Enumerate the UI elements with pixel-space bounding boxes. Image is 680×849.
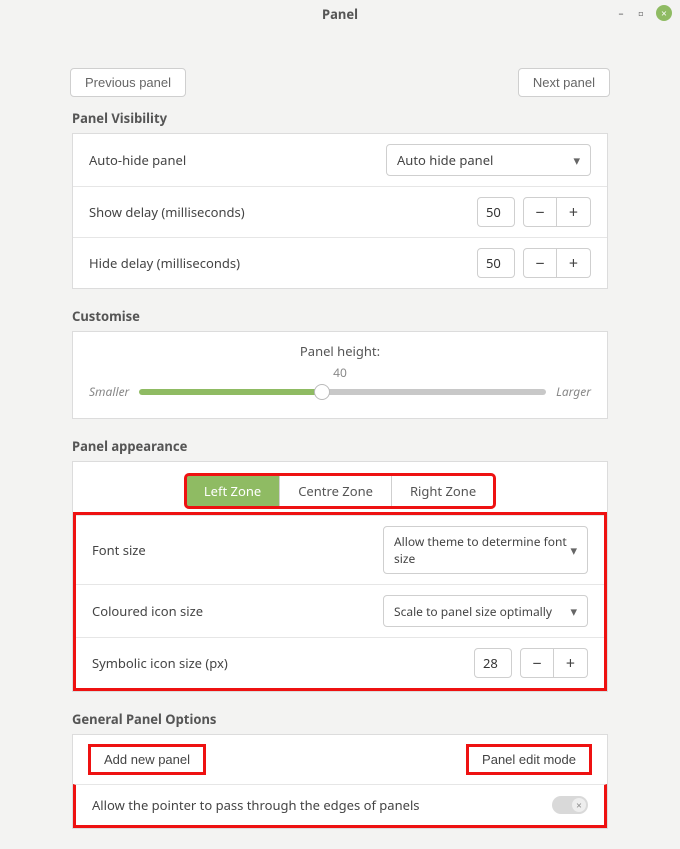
general-title: General Panel Options: [72, 710, 608, 728]
panel-height-value: 40: [89, 364, 591, 381]
autohide-value: Auto hide panel: [397, 151, 493, 169]
symicon-plus-button[interactable]: +: [554, 648, 588, 678]
fontsize-value: Allow theme to determine font size: [394, 533, 570, 567]
symicon-spinner: 28 − +: [474, 648, 588, 678]
panel-height-label: Panel height:: [89, 342, 591, 360]
maximize-icon[interactable]: ▫: [636, 8, 646, 18]
add-new-panel-button[interactable]: Add new panel: [89, 745, 205, 774]
visibility-title: Panel Visibility: [72, 109, 608, 127]
appearance-title: Panel appearance: [72, 437, 608, 455]
zone-tabs-row: Left Zone Centre Zone Right Zone: [73, 462, 607, 512]
hidedelay-label: Hide delay (milliseconds): [89, 254, 240, 272]
chevron-down-icon: ▾: [573, 151, 580, 169]
minimize-icon[interactable]: –: [616, 8, 626, 18]
colicon-label: Coloured icon size: [92, 602, 203, 620]
slider-larger-label: Larger: [556, 383, 591, 400]
hidedelay-spinner: 50 − +: [477, 248, 591, 278]
tab-left-zone[interactable]: Left Zone: [186, 475, 279, 507]
showdelay-value[interactable]: 50: [477, 197, 515, 227]
symicon-minus-button[interactable]: −: [520, 648, 554, 678]
window-controls: – ▫ ×: [616, 5, 672, 21]
hidedelay-minus-button[interactable]: −: [523, 248, 557, 278]
symicon-label: Symbolic icon size (px): [92, 654, 228, 672]
symicon-value[interactable]: 28: [474, 648, 512, 678]
colicon-value: Scale to panel size optimally: [394, 603, 552, 620]
visibility-card: Auto-hide panel Auto hide panel ▾ Show d…: [72, 133, 608, 289]
showdelay-label: Show delay (milliseconds): [89, 203, 245, 221]
slider-thumb[interactable]: [314, 384, 330, 400]
tab-right-zone[interactable]: Right Zone: [391, 475, 494, 507]
tab-centre-zone[interactable]: Centre Zone: [279, 475, 391, 507]
content: Previous panel Next panel Panel Visibili…: [0, 28, 680, 849]
chevron-down-icon: ▾: [570, 602, 577, 620]
zone-tabs: Left Zone Centre Zone Right Zone: [185, 474, 495, 508]
titlebar: Panel – ▫ ×: [0, 0, 680, 28]
hidedelay-value[interactable]: 50: [477, 248, 515, 278]
panel-height-slider[interactable]: [139, 389, 546, 395]
customise-title: Customise: [72, 307, 608, 325]
panel-edit-mode-button[interactable]: Panel edit mode: [467, 745, 591, 774]
autohide-combo[interactable]: Auto hide panel ▾: [386, 144, 591, 176]
chevron-down-icon: ▾: [570, 541, 577, 559]
previous-panel-button[interactable]: Previous panel: [70, 68, 186, 97]
autohide-label: Auto-hide panel: [89, 151, 186, 169]
close-icon[interactable]: ×: [656, 5, 672, 21]
window-title: Panel: [322, 5, 358, 23]
appearance-card: Left Zone Centre Zone Right Zone Font si…: [72, 461, 608, 692]
colicon-combo[interactable]: Scale to panel size optimally ▾: [383, 595, 588, 627]
hidedelay-plus-button[interactable]: +: [557, 248, 591, 278]
toggle-off-icon: ×: [572, 798, 586, 812]
fontsize-combo[interactable]: Allow theme to determine font size ▾: [383, 526, 588, 574]
fontsize-label: Font size: [92, 541, 146, 559]
slider-smaller-label: Smaller: [89, 383, 129, 400]
next-panel-button[interactable]: Next panel: [518, 68, 610, 97]
appearance-highlight-block: Font size Allow theme to determine font …: [73, 512, 607, 691]
customise-card: Panel height: 40 Smaller Larger: [72, 331, 608, 419]
general-card: Add new panel Panel edit mode Allow the …: [72, 734, 608, 829]
panel-nav: Previous panel Next panel: [70, 68, 610, 97]
showdelay-minus-button[interactable]: −: [523, 197, 557, 227]
pointer-passthrough-label: Allow the pointer to pass through the ed…: [92, 796, 420, 814]
showdelay-plus-button[interactable]: +: [557, 197, 591, 227]
pointer-passthrough-toggle[interactable]: ×: [552, 796, 588, 814]
showdelay-spinner: 50 − +: [477, 197, 591, 227]
